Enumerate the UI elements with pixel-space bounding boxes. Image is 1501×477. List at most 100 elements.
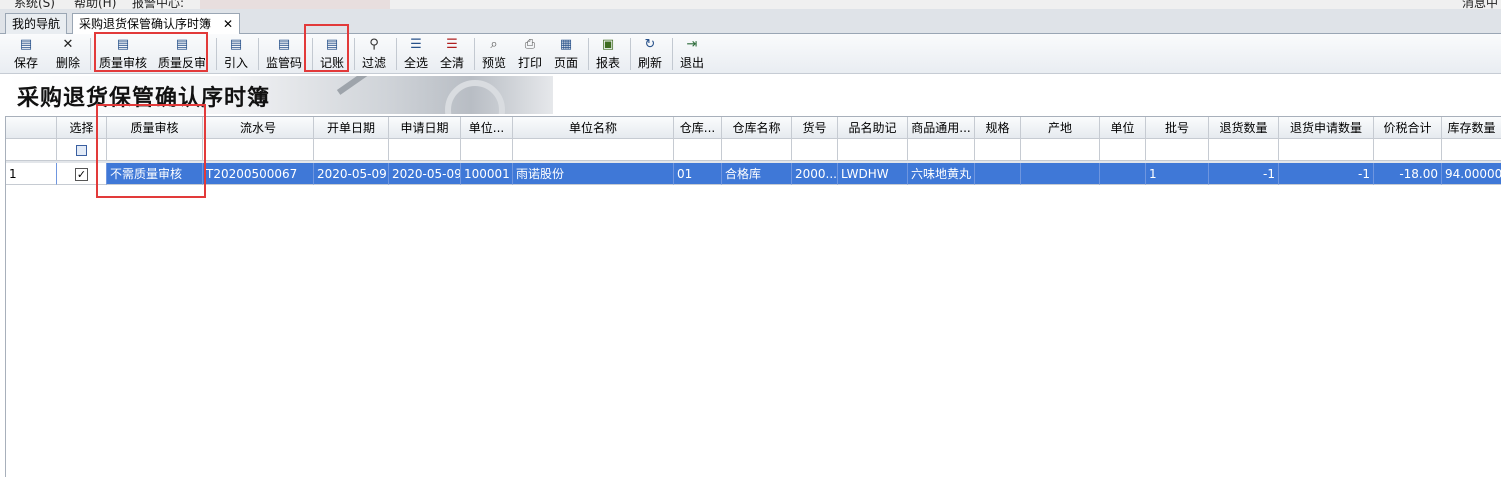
- column-header-item-no[interactable]: 货号: [792, 117, 838, 139]
- filter-cell[interactable]: [1279, 139, 1374, 161]
- row-select-cell[interactable]: ✓: [57, 163, 107, 185]
- filter-cell[interactable]: [513, 139, 674, 161]
- filter-cell[interactable]: [722, 139, 792, 161]
- report-label: 报表: [595, 56, 620, 70]
- filter-cell[interactable]: [107, 139, 203, 161]
- filter-cell[interactable]: [1100, 139, 1146, 161]
- print-button[interactable]: ⎙ 打印: [516, 36, 544, 72]
- menu-system[interactable]: 系统(S): [14, 0, 55, 9]
- filter-cell[interactable]: [792, 139, 838, 161]
- quality-audit-button[interactable]: ▤ 质量审核: [96, 36, 150, 72]
- filter-select-toggle[interactable]: [57, 139, 107, 161]
- filter-cell[interactable]: [1021, 139, 1100, 161]
- column-header-bill-date[interactable]: 开单日期: [314, 117, 389, 139]
- delete-button[interactable]: ✕ 删除: [54, 36, 82, 72]
- clear-all-button[interactable]: ☰ 全清: [438, 36, 466, 72]
- cell-specification[interactable]: [975, 163, 1021, 185]
- cell-batch-no[interactable]: 1: [1146, 163, 1209, 185]
- grid-filter-row: [6, 139, 1501, 161]
- filter-cell[interactable]: [314, 139, 389, 161]
- select-all-button[interactable]: ☰ 全选: [402, 36, 430, 72]
- cell-stock-qty[interactable]: 94.00000: [1442, 163, 1501, 185]
- supervision-code-button[interactable]: ▤ 监管码: [264, 36, 304, 72]
- row-select-checkbox[interactable]: ✓: [75, 168, 88, 181]
- column-header-apply-date[interactable]: 申请日期: [389, 117, 461, 139]
- filter-cell[interactable]: [1374, 139, 1442, 161]
- tab-my-navigation[interactable]: 我的导航: [5, 13, 68, 34]
- import-button[interactable]: ▤ 引入: [222, 36, 250, 72]
- column-header-warehouse-code[interactable]: 仓库...: [674, 117, 722, 139]
- refresh-button[interactable]: ↻ 刷新: [636, 36, 664, 72]
- filter-cell[interactable]: [461, 139, 513, 161]
- cell-quality-audit[interactable]: 不需质量审核: [107, 163, 203, 185]
- cell-bill-date[interactable]: 2020-05-09: [314, 163, 389, 185]
- column-header-warehouse-name[interactable]: 仓库名称: [722, 117, 792, 139]
- quality-unaudit-button[interactable]: ▤ 质量反审: [155, 36, 209, 72]
- exit-button[interactable]: ⇥ 退出: [678, 36, 706, 72]
- menu-message-center[interactable]: 消息中心: [1462, 0, 1501, 9]
- cell-name-mnemonic[interactable]: LWDHW: [838, 163, 908, 185]
- print-icon: ⎙: [524, 37, 536, 52]
- cell-unit[interactable]: [1100, 163, 1146, 185]
- filter-cell[interactable]: [674, 139, 722, 161]
- cell-unit-name[interactable]: 雨诺股份: [513, 163, 674, 185]
- cell-apply-date[interactable]: 2020-05-09: [389, 163, 461, 185]
- filter-button[interactable]: ⚲ 过滤: [360, 36, 388, 72]
- column-header-specification[interactable]: 规格: [975, 117, 1021, 139]
- clear-all-icon: ☰: [446, 37, 458, 52]
- cell-warehouse-code[interactable]: 01: [674, 163, 722, 185]
- toolbar-separator: [474, 38, 475, 70]
- column-header-origin[interactable]: 产地: [1021, 117, 1100, 139]
- toolbar-separator: [354, 38, 355, 70]
- filter-cell[interactable]: [6, 139, 57, 161]
- save-button[interactable]: ▤ 保存: [12, 36, 40, 72]
- import-icon: ▤: [229, 37, 243, 52]
- filter-cell[interactable]: [908, 139, 975, 161]
- supervision-code-label: 监管码: [265, 56, 302, 70]
- column-header-select[interactable]: 选择: [57, 117, 107, 139]
- bookkeeping-button[interactable]: ▤ 记账: [318, 36, 346, 72]
- menu-help[interactable]: 帮助(H): [74, 0, 116, 9]
- cell-warehouse-name[interactable]: 合格库: [722, 163, 792, 185]
- save-label: 保存: [13, 56, 38, 70]
- column-header-unit[interactable]: 单位: [1100, 117, 1146, 139]
- filter-cell[interactable]: [838, 139, 908, 161]
- cell-tax-total[interactable]: -18.00: [1374, 163, 1442, 185]
- column-header-return-apply-qty[interactable]: 退货申请数量: [1279, 117, 1374, 139]
- page-setup-button[interactable]: ▦ 页面: [552, 36, 580, 72]
- cell-item-no[interactable]: 2000...: [792, 163, 838, 185]
- menu-alarm-center[interactable]: 报警中心:: [132, 0, 184, 9]
- filter-cell[interactable]: [975, 139, 1021, 161]
- column-header-unit-name[interactable]: 单位名称: [513, 117, 674, 139]
- preview-button[interactable]: ⌕ 预览: [480, 36, 508, 72]
- column-header-name-mnemonic[interactable]: 品名助记: [838, 117, 908, 139]
- filter-cell[interactable]: [1442, 139, 1501, 161]
- filter-cell[interactable]: [389, 139, 461, 161]
- column-header-generic-name[interactable]: 商品通用...: [908, 117, 975, 139]
- column-header-serial-no[interactable]: 流水号: [203, 117, 314, 139]
- cell-unit-code[interactable]: 100001: [461, 163, 513, 185]
- filter-icon: ⚲: [369, 37, 379, 52]
- tab-strip: 我的导航 采购退货保管确认序时簿 ✕: [0, 9, 1501, 35]
- column-header-stock-qty[interactable]: 库存数量: [1442, 117, 1501, 139]
- cell-serial-no[interactable]: T20200500067: [203, 163, 314, 185]
- column-header-tax-total[interactable]: 价税合计: [1374, 117, 1442, 139]
- cell-return-qty[interactable]: -1: [1209, 163, 1279, 185]
- column-header-unit-code[interactable]: 单位...: [461, 117, 513, 139]
- cell-return-apply-qty[interactable]: -1: [1279, 163, 1374, 185]
- select-all-toggle-icon[interactable]: [76, 145, 87, 156]
- column-header-return-qty[interactable]: 退货数量: [1209, 117, 1279, 139]
- report-button[interactable]: ▣ 报表: [594, 36, 622, 72]
- column-header-batch-no[interactable]: 批号: [1146, 117, 1209, 139]
- column-header-row-number[interactable]: [6, 117, 57, 139]
- tab-purchase-return[interactable]: 采购退货保管确认序时簿 ✕: [72, 13, 241, 35]
- close-icon[interactable]: ✕: [223, 17, 233, 31]
- cell-origin[interactable]: [1021, 163, 1100, 185]
- filter-cell[interactable]: [203, 139, 314, 161]
- filter-cell[interactable]: [1209, 139, 1279, 161]
- column-header-quality-audit[interactable]: 质量审核: [107, 117, 203, 139]
- cell-generic-name[interactable]: 六味地黄丸: [908, 163, 975, 185]
- filter-cell[interactable]: [1146, 139, 1209, 161]
- menu-highlight: [200, 0, 390, 9]
- table-row[interactable]: 1 ✓ 不需质量审核 T20200500067 2020-05-09 2020-…: [6, 163, 1501, 185]
